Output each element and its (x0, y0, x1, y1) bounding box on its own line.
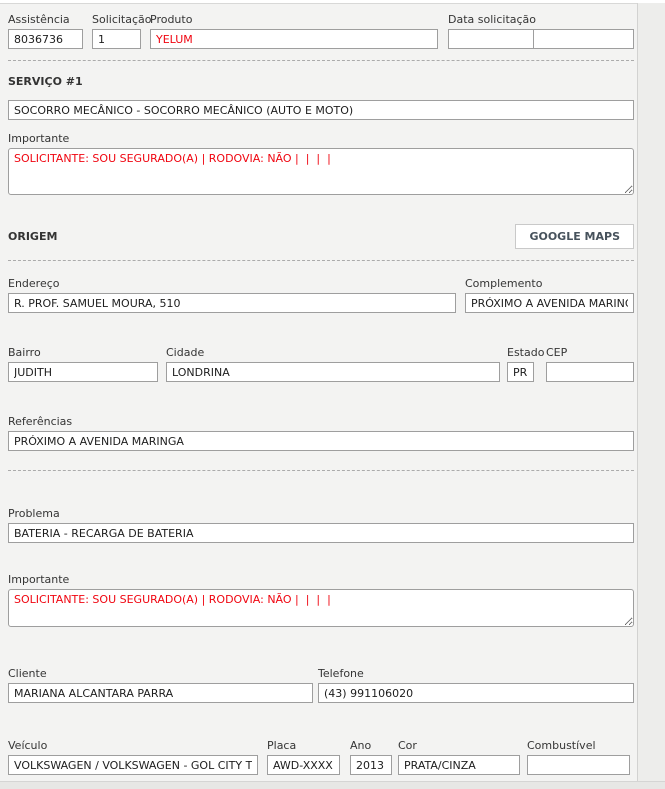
cidade-label: Cidade (166, 346, 500, 359)
data-solicitacao-label: Data solicitação (448, 13, 634, 26)
problema-label: Problema (8, 507, 634, 520)
complemento-field-group: Complemento (465, 277, 634, 313)
cliente-input[interactable] (8, 683, 313, 703)
endereco-label: Endereço (8, 277, 456, 290)
google-maps-button[interactable]: GOOGLE MAPS (515, 224, 634, 249)
separator (8, 470, 634, 471)
bairro-field-group: Bairro (8, 346, 158, 382)
bairro-label: Bairro (8, 346, 158, 359)
right-rail (637, 3, 665, 789)
telefone-field-group: Telefone (318, 667, 634, 703)
telefone-input[interactable] (318, 683, 634, 703)
bairro-input[interactable] (8, 362, 158, 382)
veiculo-label: Veículo (8, 739, 258, 752)
cliente-label: Cliente (8, 667, 313, 680)
cor-field-group: Cor (398, 739, 520, 775)
cidade-field-group: Cidade (166, 346, 500, 382)
data-solicitacao-field-group: Data solicitação (448, 13, 634, 49)
data-solicitacao-date-input[interactable] (448, 29, 533, 49)
telefone-label: Telefone (318, 667, 634, 680)
bairro-row: Bairro Cidade Estado CEP (8, 346, 634, 382)
servico-input[interactable] (8, 100, 634, 120)
cep-field-group: CEP (546, 346, 634, 382)
cep-label: CEP (546, 346, 634, 359)
data-solicitacao-inputs (448, 29, 634, 49)
referencias-label: Referências (8, 415, 634, 428)
servico-section-title: SERVIÇO #1 (8, 75, 634, 88)
ano-input[interactable] (350, 755, 392, 775)
header-row: Assistência Solicitação Produto Data sol… (8, 13, 634, 49)
combustivel-label: Combustível (527, 739, 630, 752)
importante-problema-label: Importante (8, 573, 634, 586)
ano-label: Ano (350, 739, 392, 752)
veiculo-input[interactable] (8, 755, 258, 775)
separator (8, 60, 634, 61)
placa-field-group: Placa (267, 739, 340, 775)
solicitacao-input[interactable] (92, 29, 141, 49)
estado-input[interactable] (507, 362, 534, 382)
placa-input[interactable] (267, 755, 340, 775)
ano-field-group: Ano (350, 739, 392, 775)
problema-field-group: Problema (8, 507, 634, 543)
produto-input[interactable] (150, 29, 438, 49)
combustivel-field-group: Combustível (527, 739, 630, 775)
solicitacao-field-group: Solicitação (92, 13, 141, 49)
importante-problema-textarea[interactable] (8, 589, 634, 627)
assistance-form-page: Assistência Solicitação Produto Data sol… (0, 0, 665, 789)
assistencia-label: Assistência (8, 13, 83, 26)
complemento-input[interactable] (465, 293, 634, 313)
solicitacao-label: Solicitação (92, 13, 141, 26)
origem-section-title: ORIGEM (8, 230, 57, 243)
veiculo-field-group: Veículo (8, 739, 258, 775)
data-solicitacao-time-input[interactable] (533, 29, 634, 49)
placa-label: Placa (267, 739, 340, 752)
cliente-row: Cliente Telefone (8, 667, 634, 703)
importante-servico-label: Importante (8, 132, 634, 145)
problema-input[interactable] (8, 523, 634, 543)
complemento-label: Complemento (465, 277, 634, 290)
estado-label: Estado (507, 346, 534, 359)
assistencia-input[interactable] (8, 29, 83, 49)
assistencia-field-group: Assistência (8, 13, 83, 49)
veiculo-row: Veículo Placa Ano Cor Combustível (8, 739, 634, 775)
origem-header: ORIGEM GOOGLE MAPS (8, 224, 634, 249)
cor-input[interactable] (398, 755, 520, 775)
produto-label: Produto (150, 13, 438, 26)
combustivel-input[interactable] (527, 755, 630, 775)
endereco-field-group: Endereço (8, 277, 456, 313)
estado-field-group: Estado (507, 346, 534, 382)
importante-servico-field-group: Importante (8, 132, 634, 195)
importante-problema-field-group: Importante (8, 573, 634, 627)
form-area: Assistência Solicitação Produto Data sol… (0, 3, 637, 775)
importante-servico-textarea[interactable] (8, 148, 634, 195)
produto-field-group: Produto (150, 13, 438, 49)
footer-strip (0, 781, 665, 789)
referencias-field-group: Referências (8, 415, 634, 451)
cor-label: Cor (398, 739, 520, 752)
cep-input[interactable] (546, 362, 634, 382)
cidade-input[interactable] (166, 362, 500, 382)
separator (8, 260, 634, 261)
referencias-input[interactable] (8, 431, 634, 451)
cliente-field-group: Cliente (8, 667, 313, 703)
endereco-row: Endereço Complemento (8, 277, 634, 313)
endereco-input[interactable] (8, 293, 456, 313)
